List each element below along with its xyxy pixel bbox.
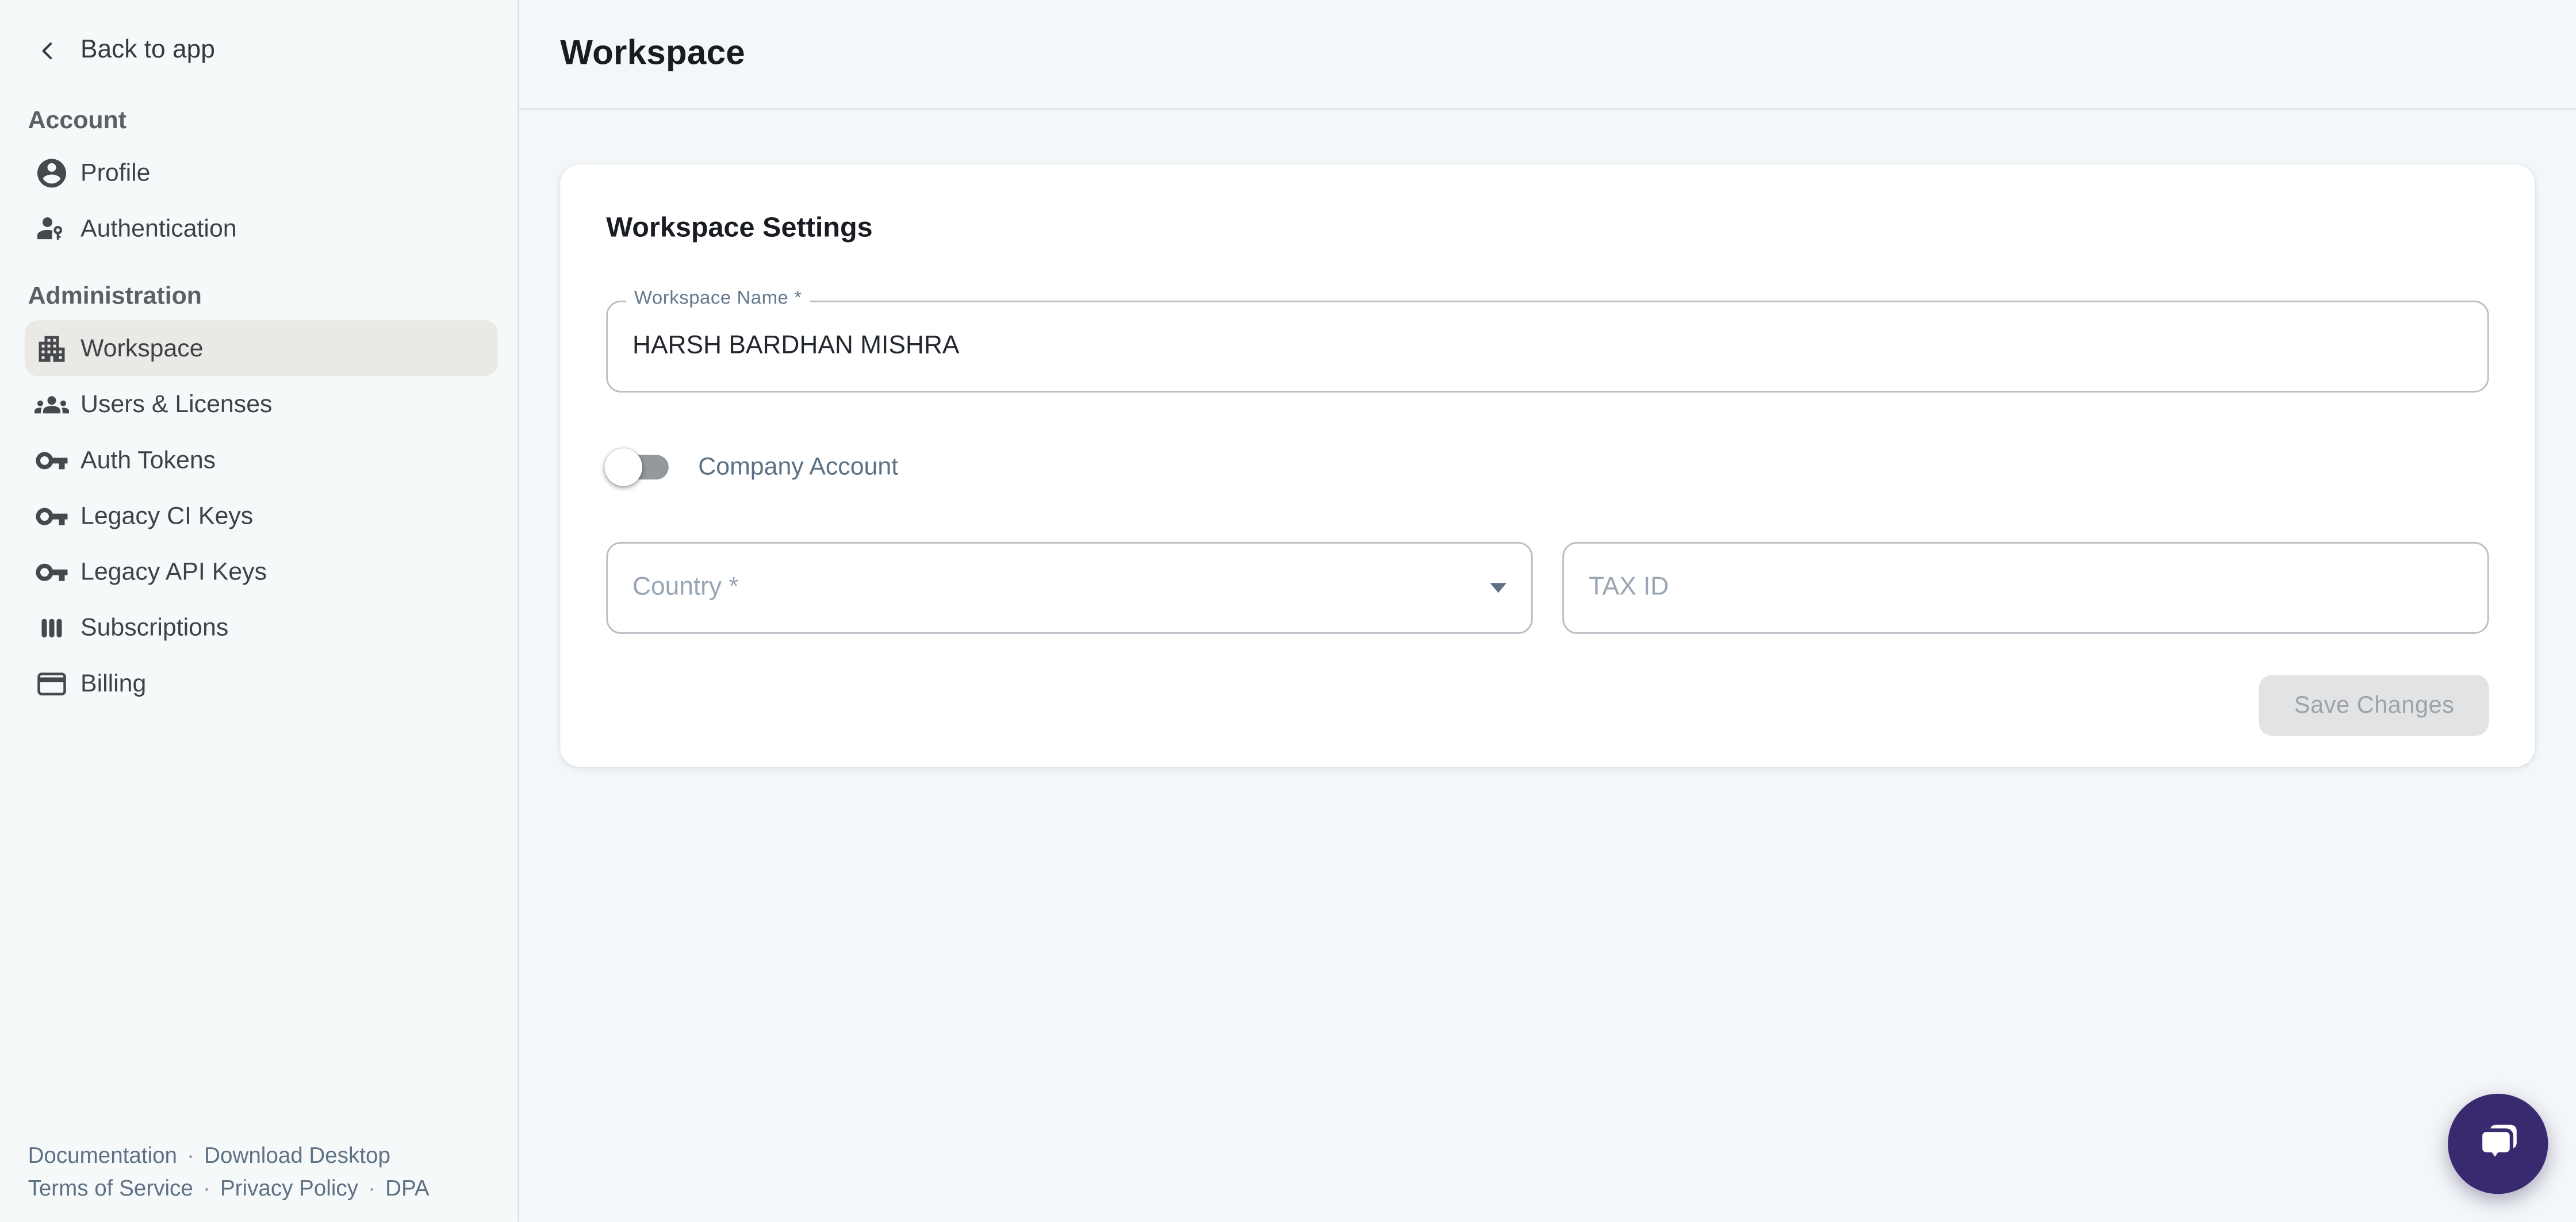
sidebar-item-label: Billing	[80, 669, 146, 697]
save-changes-button[interactable]: Save Changes	[2260, 675, 2489, 736]
sidebar-item-label: Users & Licenses	[80, 390, 272, 418]
columns-icon	[34, 610, 69, 644]
company-account-toggle[interactable]	[606, 447, 670, 486]
workspace-name-field: Workspace Name *	[606, 301, 2489, 393]
footer-link-terms-of-service[interactable]: Terms of Service	[28, 1175, 193, 1200]
app-root: Back to app Account Profile Authenticati…	[0, 0, 2576, 1222]
tax-id-field	[1562, 542, 2489, 634]
tax-id-input[interactable]	[1564, 544, 2487, 632]
sidebar-item-auth-tokens[interactable]: Auth Tokens	[25, 432, 498, 487]
country-select-inner[interactable]: Country *	[608, 544, 1531, 632]
separator-dot: ·	[368, 1175, 375, 1200]
sidebar-item-label: Profile	[80, 159, 151, 187]
sidebar-item-billing[interactable]: Billing	[25, 655, 498, 711]
administration-nav: Workspace Users & Licenses Auth Tokens L…	[0, 320, 518, 711]
country-select[interactable]: Country *	[606, 542, 1532, 634]
sidebar-item-label: Legacy API Keys	[80, 558, 267, 586]
back-to-app-link[interactable]: Back to app	[34, 28, 518, 72]
company-account-row: Company Account	[606, 435, 2489, 498]
credit-card-icon	[34, 666, 69, 701]
sidebar-item-users-licenses[interactable]: Users & Licenses	[25, 376, 498, 432]
card-actions: Save Changes	[606, 675, 2489, 736]
workspace-name-label: Workspace Name *	[626, 287, 810, 310]
chevron-left-icon	[34, 37, 61, 63]
page-title: Workspace	[560, 34, 745, 74]
sidebar-item-legacy-api-keys[interactable]: Legacy API Keys	[25, 544, 498, 600]
company-account-label: Company Account	[698, 452, 898, 481]
settings-sidebar: Back to app Account Profile Authenticati…	[0, 0, 519, 1222]
workspace-name-input[interactable]	[608, 302, 2487, 391]
groups-icon	[34, 387, 69, 421]
footer-link-privacy-policy[interactable]: Privacy Policy	[220, 1175, 358, 1200]
sidebar-item-profile[interactable]: Profile	[25, 144, 498, 200]
key-icon	[34, 498, 69, 533]
section-label-administration: Administration	[28, 282, 490, 312]
footer-link-download-desktop[interactable]: Download Desktop	[204, 1143, 390, 1168]
key-icon	[34, 443, 69, 477]
country-label: Country *	[632, 573, 739, 602]
sidebar-item-legacy-ci-keys[interactable]: Legacy CI Keys	[25, 488, 498, 544]
sidebar-item-label: Legacy CI Keys	[80, 502, 253, 530]
chat-bubbles-icon	[2472, 1119, 2524, 1170]
person-key-icon	[34, 211, 69, 245]
card-title: Workspace Settings	[606, 209, 2489, 247]
building-icon	[34, 331, 69, 366]
main-area: Workspace Workspace Settings Workspace N…	[519, 0, 2576, 1222]
country-tax-row: Country *	[606, 542, 2489, 634]
footer-link-documentation[interactable]: Documentation	[28, 1143, 177, 1168]
sidebar-item-label: Subscriptions	[80, 613, 228, 641]
back-to-app-label: Back to app	[80, 35, 215, 64]
account-nav: Profile Authentication	[0, 144, 518, 256]
footer-row-2: Terms of Service · Privacy Policy · DPA	[28, 1172, 430, 1204]
dropdown-arrow-icon	[1490, 583, 1506, 593]
content-area: Workspace Settings Workspace Name * Comp…	[519, 110, 2576, 767]
account-circle-icon	[34, 155, 69, 190]
footer-link-dpa[interactable]: DPA	[385, 1175, 429, 1200]
sidebar-item-workspace[interactable]: Workspace	[25, 320, 498, 376]
sidebar-item-label: Workspace	[80, 334, 204, 362]
toggle-thumb	[604, 448, 642, 486]
separator-dot: ·	[203, 1175, 210, 1200]
sidebar-item-authentication[interactable]: Authentication	[25, 201, 498, 256]
key-icon	[34, 554, 69, 589]
sidebar-item-label: Authentication	[80, 214, 237, 243]
footer-row-1: Documentation · Download Desktop	[28, 1140, 430, 1172]
workspace-settings-card: Workspace Settings Workspace Name * Comp…	[560, 164, 2535, 767]
chat-launcher-button[interactable]	[2448, 1094, 2548, 1194]
sidebar-footer: Documentation · Download Desktop Terms of …	[28, 1140, 430, 1204]
section-label-account: Account	[28, 107, 490, 136]
sidebar-item-label: Auth Tokens	[80, 446, 216, 474]
sidebar-item-subscriptions[interactable]: Subscriptions	[25, 600, 498, 655]
main-header: Workspace	[519, 0, 2576, 110]
separator-dot: ·	[187, 1143, 194, 1168]
